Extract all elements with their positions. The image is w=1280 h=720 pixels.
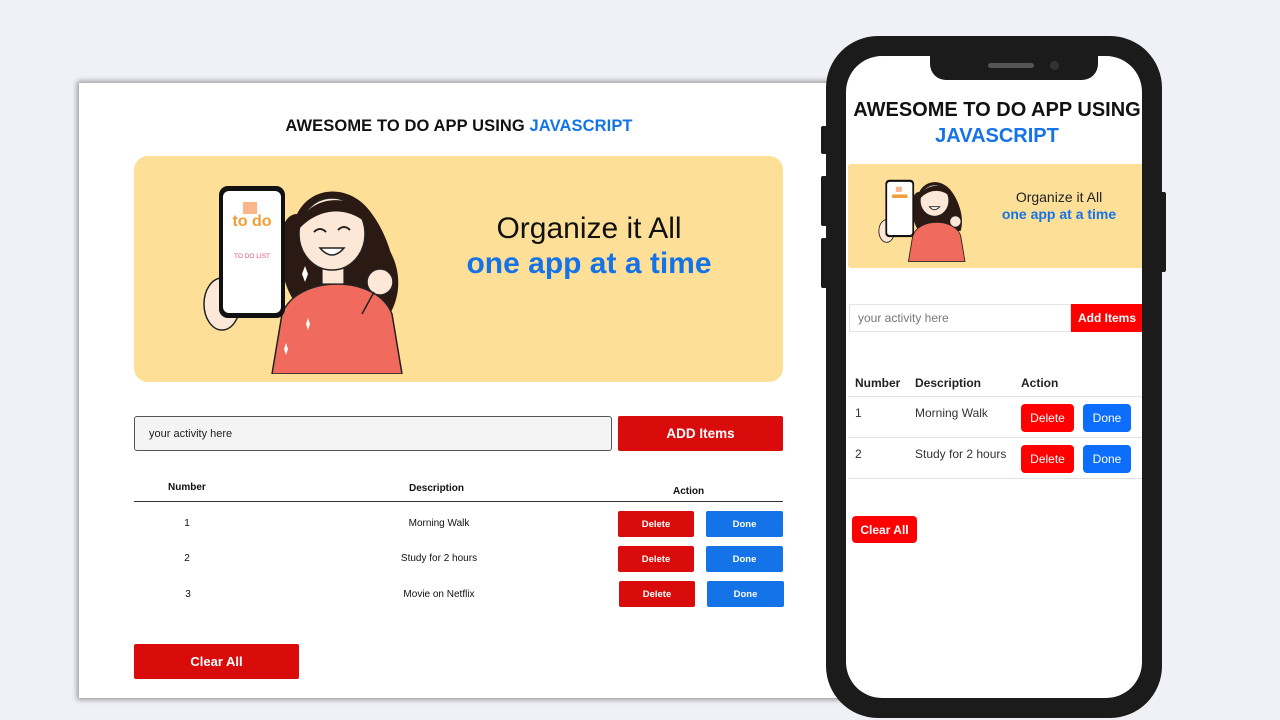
row-number: 2 <box>855 447 862 461</box>
delete-button[interactable]: Delete <box>619 581 695 607</box>
delete-button[interactable]: Delete <box>618 511 694 537</box>
row-description: Study for 2 hours <box>400 553 478 564</box>
mobile-add-items-button[interactable]: Add Items <box>1071 304 1142 332</box>
phone-logo: to do <box>232 213 271 230</box>
page-title: AWESOME TO DO APP USING JAVASCRIPT <box>79 117 839 136</box>
camera-icon <box>1050 61 1059 70</box>
mobile-column-header-action: Action <box>1021 376 1059 390</box>
mobile-slogan-line-2: one app at a time <box>1001 206 1117 222</box>
done-button[interactable]: Done <box>706 511 783 537</box>
row-number: 1 <box>184 518 190 529</box>
mobile-page-title: AWESOME TO DO APP USING JAVASCRIPT <box>846 97 1142 149</box>
row-number: 2 <box>184 553 190 564</box>
mobile-activity-input[interactable] <box>849 304 1071 332</box>
phone-screen: AWESOME TO DO APP USING JAVASCRIPT Organ… <box>846 56 1142 698</box>
girl-with-phone-illustration <box>878 179 966 262</box>
mobile-column-header-number: Number <box>855 376 901 390</box>
done-button[interactable]: Done <box>1083 404 1131 432</box>
mobile-row-divider <box>848 437 1142 438</box>
banner-slogan: Organize it All one app at a time <box>434 212 744 282</box>
row-description: Study for 2 hours <box>915 447 1007 461</box>
add-items-button[interactable]: ADD Items <box>618 416 783 451</box>
slogan-line-2: one app at a time <box>466 247 712 280</box>
delete-button[interactable]: Delete <box>1021 404 1074 432</box>
delete-button[interactable]: Delete <box>1021 445 1074 473</box>
slogan-line-1: Organize it All <box>496 212 682 245</box>
row-description: Morning Walk <box>408 518 470 529</box>
mobile-clear-all-button[interactable]: Clear All <box>852 516 917 543</box>
row-number: 1 <box>855 406 862 420</box>
phone-mockup: AWESOME TO DO APP USING JAVASCRIPT Organ… <box>826 36 1162 718</box>
mobile-title-prefix: AWESOME TO DO APP USING <box>853 99 1141 121</box>
mobile-column-header-description: Description <box>915 376 982 390</box>
row-description: Morning Walk <box>915 406 988 420</box>
phone-notch <box>930 56 1098 80</box>
column-header-number: Number <box>168 482 206 493</box>
girl-with-phone-illustration: to do TO DO LIST <box>203 186 403 374</box>
mobile-slogan-line-1: Organize it All <box>1015 189 1103 205</box>
delete-button[interactable]: Delete <box>618 546 694 572</box>
row-number: 3 <box>185 589 191 600</box>
clear-all-button[interactable]: Clear All <box>134 644 299 679</box>
row-description: Movie on Netflix <box>403 589 475 600</box>
done-button[interactable]: Done <box>1083 445 1131 473</box>
desktop-app-window: AWESOME TO DO APP USING JAVASCRIPT to do… <box>79 83 879 698</box>
hero-banner: to do TO DO LIST Organize it All one app… <box>134 156 783 382</box>
table-divider <box>134 501 783 502</box>
column-header-action: Action <box>673 486 705 497</box>
mobile-table-divider <box>848 396 1142 397</box>
mobile-row-divider <box>848 478 1142 479</box>
title-highlight: JAVASCRIPT <box>529 117 633 135</box>
done-button[interactable]: Done <box>706 546 783 572</box>
done-button[interactable]: Done <box>707 581 784 607</box>
speaker-icon <box>988 63 1034 68</box>
mobile-banner-slogan: Organize it All one app at a time <box>984 189 1134 223</box>
activity-input[interactable] <box>134 416 612 451</box>
column-header-description: Description <box>409 483 465 494</box>
phone-caption: TO DO LIST <box>234 253 270 260</box>
mobile-hero-banner: Organize it All one app at a time <box>848 164 1142 268</box>
title-prefix: AWESOME TO DO APP USING <box>285 117 525 135</box>
mobile-title-highlight: JAVASCRIPT <box>935 125 1059 147</box>
